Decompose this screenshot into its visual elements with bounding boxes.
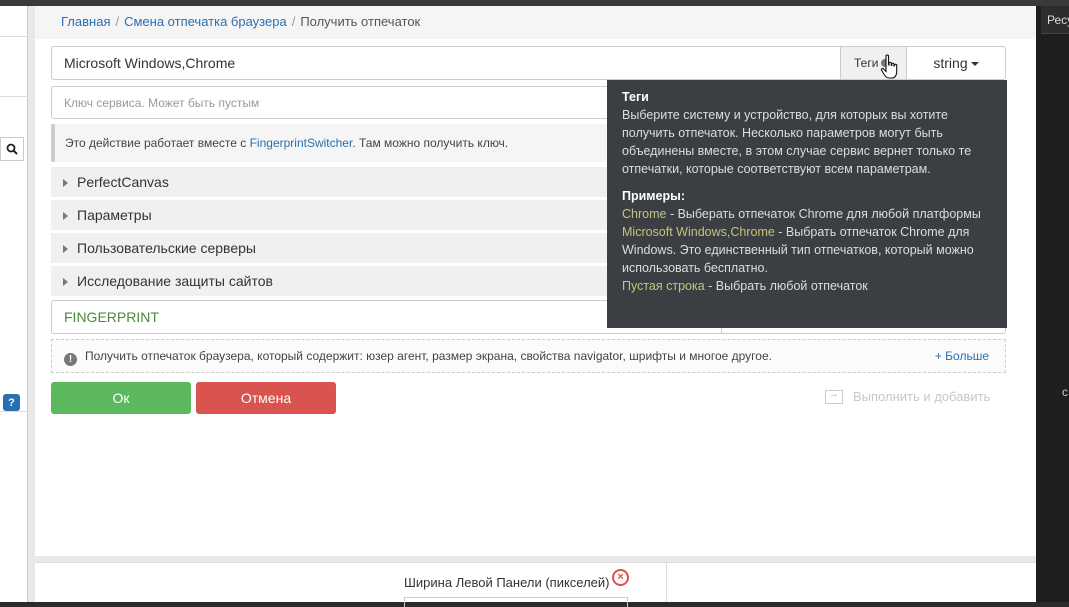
breadcrumb-section[interactable]: Смена отпечатка браузера xyxy=(124,14,287,29)
settings-divider xyxy=(666,563,667,602)
description-text: Получить отпечаток браузера, который сод… xyxy=(85,349,772,363)
info-notice: Это действие работает вместе с Fingerpri… xyxy=(51,124,651,162)
run-and-add-button[interactable]: Выполнить и добавить xyxy=(825,388,991,404)
accordion-custom-servers[interactable]: Пользовательские серверы xyxy=(51,233,651,263)
accordion-perfectcanvas[interactable]: PerfectCanvas xyxy=(51,167,651,197)
caret-right-icon xyxy=(63,278,68,287)
accordion-label: Параметры xyxy=(77,207,152,223)
accordion-site-protection[interactable]: Исследование защиты сайтов xyxy=(51,266,651,296)
search-button[interactable] xyxy=(0,137,24,161)
left-panel-width-input[interactable] xyxy=(404,597,628,607)
tooltip-example: Microsoft Windows,Chrome - Выбрать отпеч… xyxy=(622,223,992,277)
right-panel xyxy=(1036,6,1069,602)
left-panel-divider xyxy=(0,96,28,97)
run-add-label: Выполнить и добавить xyxy=(853,389,991,404)
left-panel-divider xyxy=(0,36,28,37)
breadcrumb-current: Получить отпечаток xyxy=(300,14,421,29)
type-dropdown[interactable]: string xyxy=(906,46,1006,80)
breadcrumb-divider: / xyxy=(115,14,120,29)
panel-gap xyxy=(28,6,35,602)
caret-right-icon xyxy=(63,212,68,221)
example-key: Microsoft Windows,Chrome xyxy=(622,225,775,239)
right-panel-text: с xyxy=(1062,385,1068,399)
caret-down-icon xyxy=(970,62,979,67)
cancel-button[interactable]: Отмена xyxy=(196,382,336,414)
action-description: ! Получить отпечаток браузера, который со… xyxy=(51,339,1006,373)
info-prefix: Это действие работает вместе с xyxy=(65,136,250,150)
right-panel-header[interactable]: Ресу xyxy=(1041,6,1069,34)
fingerprintswitcher-link[interactable]: FingerprintSwitcher xyxy=(250,136,353,150)
caret-right-icon xyxy=(63,245,68,254)
tags-tooltip: Теги Выберите систему и устройство, для … xyxy=(607,80,1007,328)
left-panel xyxy=(0,6,28,602)
info-suffix: . Там можно получить ключ. xyxy=(352,136,509,150)
hand-pointer-icon xyxy=(880,54,898,79)
example-text: - Выберать отпечаток Chrome для любой пл… xyxy=(666,207,981,221)
caret-right-icon xyxy=(63,179,68,188)
tooltip-example: Chrome - Выберать отпечаток Chrome для л… xyxy=(622,205,992,223)
tooltip-example: Пустая строка - Выбрать любой отпечаток xyxy=(622,277,992,295)
breadcrumb-home[interactable]: Главная xyxy=(61,14,110,29)
left-panel-width-label: Ширина Левой Панели (пикселей) xyxy=(404,575,610,590)
example-key: Пустая строка xyxy=(622,279,705,293)
accordion-label: Исследование защиты сайтов xyxy=(77,273,273,289)
breadcrumb: Главная / Смена отпечатка браузера / Получит… xyxy=(35,6,1036,39)
ok-button[interactable]: Ок xyxy=(51,382,191,414)
accordion-label: Пользовательские серверы xyxy=(77,240,256,256)
accordion-label: PerfectCanvas xyxy=(77,174,169,190)
left-panel-divider xyxy=(0,411,28,412)
tags-button-label: Теги xyxy=(854,56,879,70)
help-icon[interactable]: ? xyxy=(3,394,20,411)
run-add-icon xyxy=(825,388,843,404)
breadcrumb-divider: / xyxy=(291,14,296,29)
type-dropdown-label: string xyxy=(933,55,968,71)
info-icon: ! xyxy=(64,353,77,366)
more-link[interactable]: + Больше xyxy=(935,349,989,363)
example-text: - Выбрать любой отпечаток xyxy=(704,279,868,293)
search-icon xyxy=(6,143,18,155)
tags-input[interactable]: Microsoft Windows,Chrome xyxy=(51,46,841,80)
tooltip-title: Теги xyxy=(622,90,649,104)
example-key: Chrome xyxy=(622,207,667,221)
accordion-parameters[interactable]: Параметры xyxy=(51,200,651,230)
close-icon[interactable]: × xyxy=(612,569,629,586)
tooltip-examples-title: Примеры: xyxy=(622,189,685,203)
tooltip-text: Выберите систему и устройство, для котор… xyxy=(622,108,972,176)
